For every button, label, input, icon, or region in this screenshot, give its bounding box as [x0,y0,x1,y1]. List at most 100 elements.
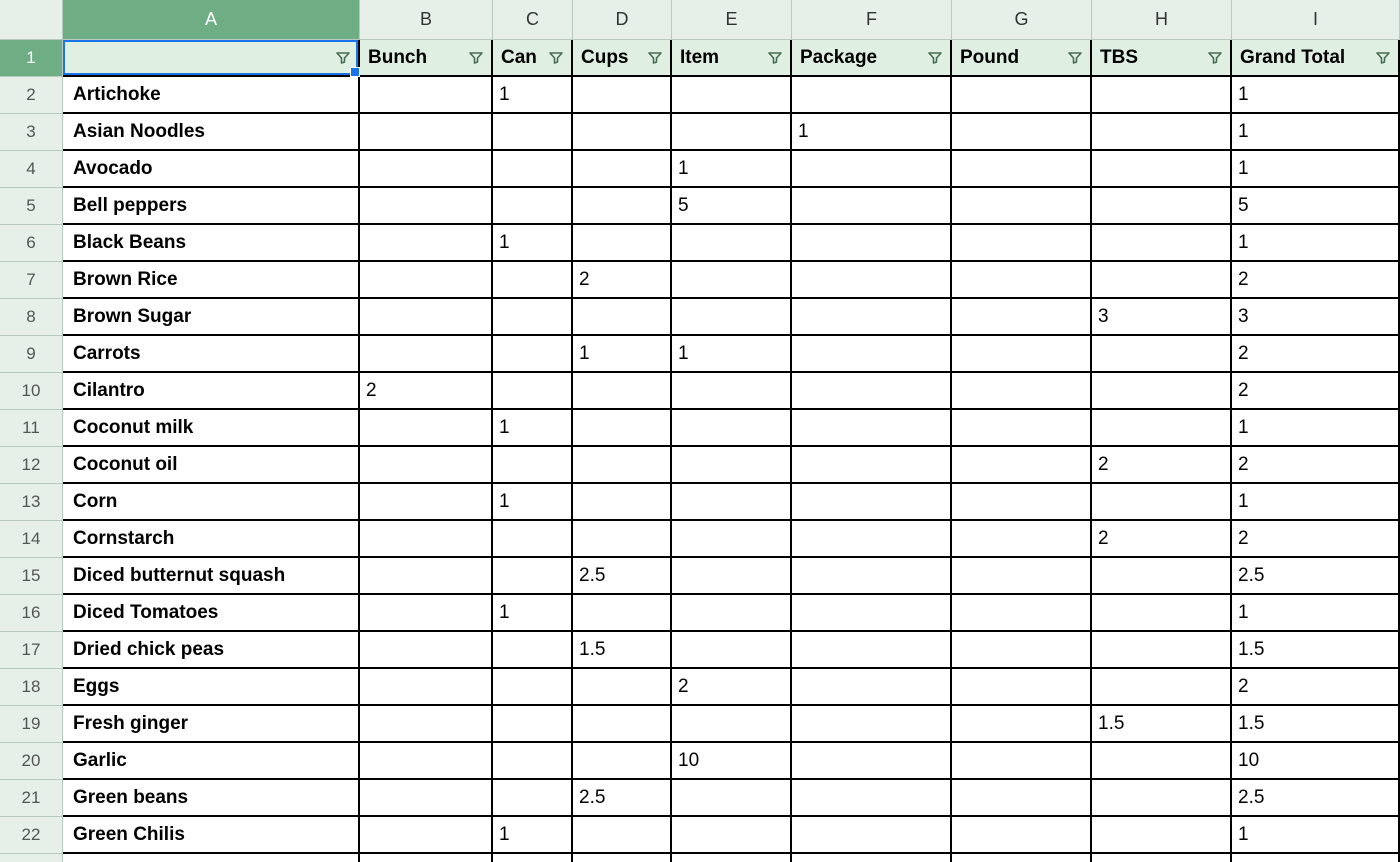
row-label-cell[interactable]: Bell peppers [63,188,360,225]
row-header-4[interactable]: 4 [0,151,63,188]
row-header-17[interactable]: 17 [0,632,63,669]
data-cell[interactable] [952,447,1092,484]
column-header-C[interactable]: C [493,0,573,40]
row-label-cell[interactable]: Brown Rice [63,262,360,299]
data-cell[interactable] [792,669,952,706]
data-cell[interactable] [360,299,493,336]
data-cell[interactable]: 1 [573,336,672,373]
data-cell[interactable] [360,114,493,151]
data-cell[interactable] [792,743,952,780]
data-cell[interactable] [952,410,1092,447]
data-cell[interactable] [672,484,792,521]
data-cell[interactable] [672,521,792,558]
data-cell[interactable]: 1 [672,336,792,373]
row-header-3[interactable]: 3 [0,114,63,151]
data-cell[interactable] [792,854,952,862]
filter-icon[interactable] [547,49,565,67]
data-cell[interactable] [493,669,573,706]
data-cell[interactable] [1092,77,1232,114]
row-label-cell[interactable]: Green Onion [63,854,360,862]
data-cell[interactable]: 2 [1092,521,1232,558]
data-cell[interactable]: 0.75 [1232,854,1400,862]
data-cell[interactable] [672,595,792,632]
data-cell[interactable]: 1 [1232,484,1400,521]
data-cell[interactable] [493,299,573,336]
row-label-cell[interactable]: Brown Sugar [63,299,360,336]
data-cell[interactable] [360,262,493,299]
filter-icon[interactable] [334,49,352,67]
data-cell[interactable] [493,336,573,373]
data-cell[interactable] [792,336,952,373]
row-label-cell[interactable]: Cilantro [63,373,360,410]
row-header-15[interactable]: 15 [0,558,63,595]
data-cell[interactable]: 2 [1232,262,1400,299]
filter-icon[interactable] [1374,49,1392,67]
row-label-cell[interactable]: Diced butternut squash [63,558,360,595]
pivot-header-cell[interactable]: Cups [573,40,672,77]
data-cell[interactable]: 1 [672,151,792,188]
data-cell[interactable]: 2 [573,262,672,299]
data-cell[interactable] [952,854,1092,862]
data-cell[interactable] [493,854,573,862]
data-cell[interactable] [573,410,672,447]
data-cell[interactable]: 1.5 [573,632,672,669]
data-cell[interactable] [952,558,1092,595]
data-cell[interactable] [1092,262,1232,299]
data-cell[interactable]: 2.5 [1232,780,1400,817]
data-cell[interactable] [493,447,573,484]
data-cell[interactable]: 1 [1232,225,1400,262]
data-cell[interactable] [493,632,573,669]
data-cell[interactable] [360,225,493,262]
row-label-cell[interactable]: Artichoke [63,77,360,114]
row-label-cell[interactable]: Corn [63,484,360,521]
data-cell[interactable] [573,225,672,262]
data-cell[interactable] [672,114,792,151]
row-header-1[interactable]: 1 [0,40,63,77]
data-cell[interactable]: 1 [1232,77,1400,114]
data-cell[interactable]: 3 [1232,299,1400,336]
data-cell[interactable] [952,299,1092,336]
pivot-header-cell[interactable]: Package [792,40,952,77]
data-cell[interactable] [573,77,672,114]
data-cell[interactable] [493,373,573,410]
select-all-corner[interactable] [0,0,63,40]
data-cell[interactable]: 2.5 [573,780,672,817]
data-cell[interactable]: 5 [1232,188,1400,225]
column-header-H[interactable]: H [1092,0,1232,40]
row-header-20[interactable]: 20 [0,743,63,780]
data-cell[interactable] [360,854,493,862]
data-cell[interactable] [672,373,792,410]
data-cell[interactable] [1092,743,1232,780]
row-label-cell[interactable]: Coconut oil [63,447,360,484]
data-cell[interactable] [952,484,1092,521]
data-cell[interactable]: 1 [1232,151,1400,188]
row-label-cell[interactable]: Diced Tomatoes [63,595,360,632]
row-label-cell[interactable]: Green Chilis [63,817,360,854]
data-cell[interactable]: 1 [493,595,573,632]
data-cell[interactable] [792,558,952,595]
row-header-22[interactable]: 22 [0,817,63,854]
data-cell[interactable] [792,299,952,336]
filter-icon[interactable] [467,49,485,67]
data-cell[interactable] [672,558,792,595]
data-cell[interactable]: 2 [1232,521,1400,558]
row-header-16[interactable]: 16 [0,595,63,632]
data-cell[interactable] [792,447,952,484]
data-cell[interactable] [573,743,672,780]
data-cell[interactable]: 1 [493,77,573,114]
data-cell[interactable]: 10 [1232,743,1400,780]
data-cell[interactable] [952,77,1092,114]
data-cell[interactable] [573,299,672,336]
data-cell[interactable] [792,706,952,743]
data-cell[interactable] [573,151,672,188]
data-cell[interactable] [360,669,493,706]
data-cell[interactable] [792,225,952,262]
row-header-23[interactable]: 23 [0,854,63,862]
data-cell[interactable]: 2 [360,373,493,410]
data-cell[interactable]: 2 [1232,447,1400,484]
data-cell[interactable] [952,188,1092,225]
data-cell[interactable] [1092,632,1232,669]
row-label-cell[interactable]: Garlic [63,743,360,780]
data-cell[interactable] [360,410,493,447]
data-cell[interactable]: 0.75 [573,854,672,862]
